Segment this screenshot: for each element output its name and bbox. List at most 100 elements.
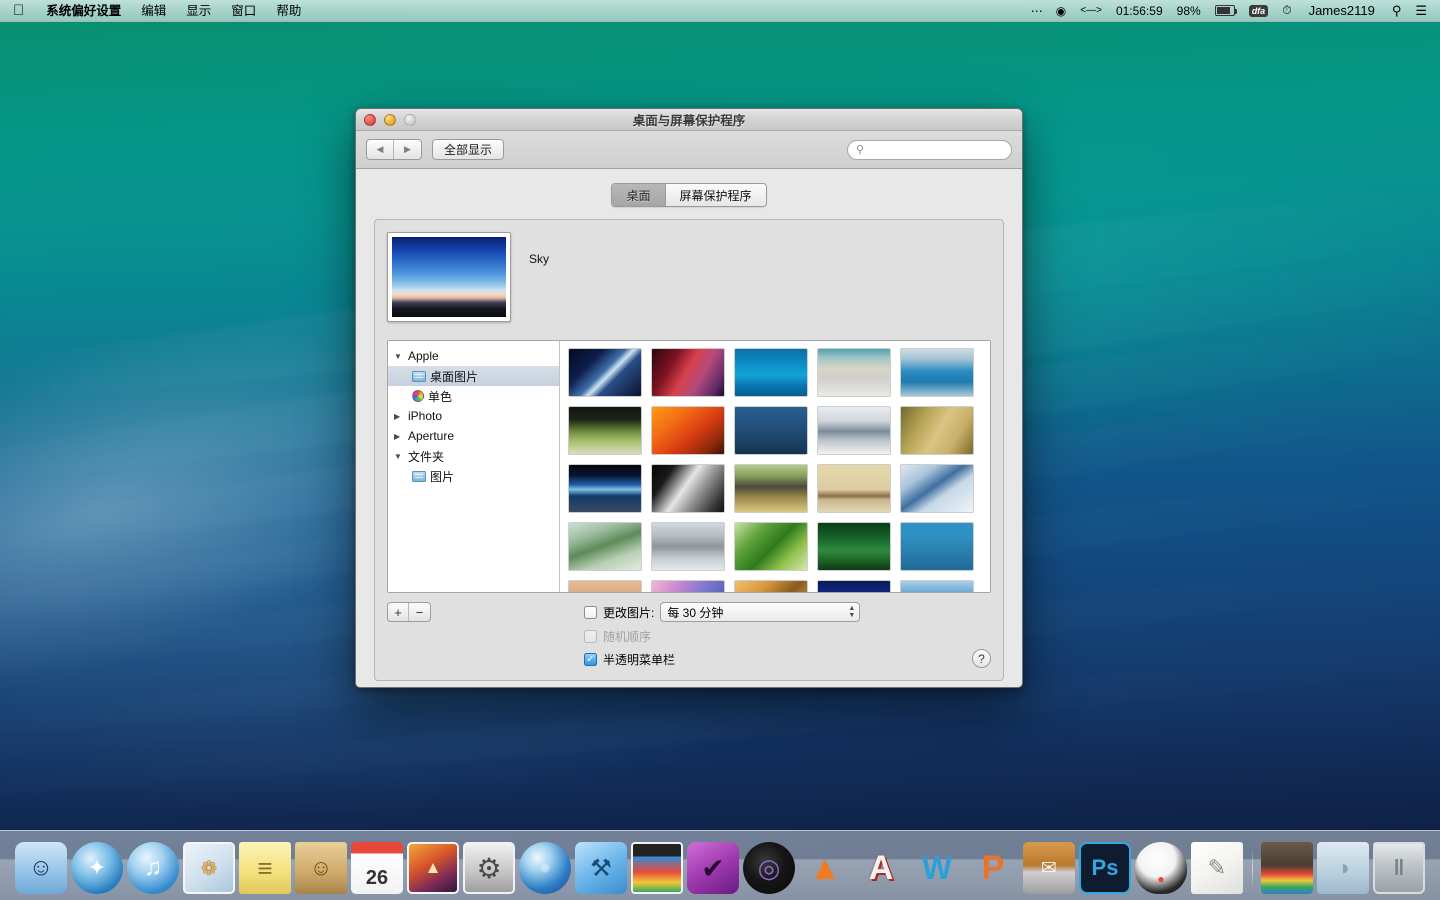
wallpaper-thumbnail-blue-sky-water[interactable] <box>900 580 974 592</box>
wallpaper-thumbnail-galaxy[interactable] <box>568 348 642 397</box>
wallpaper-thumbnail-blue-gradient[interactable] <box>900 522 974 571</box>
color-wheel-icon <box>412 390 424 402</box>
wallpaper-thumbnail-purple-sunset[interactable] <box>651 580 725 592</box>
dock-item-word[interactable]: W <box>911 842 963 894</box>
dock-item-notes[interactable]: ≡ <box>239 842 291 894</box>
menu-item-help[interactable]: 帮助 <box>266 0 311 21</box>
help-button[interactable]: ? <box>972 649 991 668</box>
change-picture-checkbox[interactable] <box>584 606 597 619</box>
disclosure-open-icon[interactable] <box>394 352 404 361</box>
dock-item-safari[interactable]: ✦ <box>71 842 123 894</box>
change-interval-dropdown[interactable]: 每 30 分钟 ▲▼ <box>660 602 860 622</box>
sidebar-item-desktop-pictures[interactable]: 桌面图片 <box>388 366 559 386</box>
dfa-badge-icon[interactable]: dfa <box>1242 0 1276 21</box>
bluetooth-icon[interactable]: ⋯ <box>1024 0 1049 21</box>
sidebar-item-pictures[interactable]: 图片 <box>388 466 559 486</box>
back-button[interactable]: ◀ <box>367 140 394 159</box>
wallpaper-thumbnail-red-flower[interactable] <box>651 348 725 397</box>
wallpaper-thumbnail-lion-face[interactable] <box>734 580 808 592</box>
wallpaper-thumbnail-green-grass-field[interactable] <box>817 522 891 571</box>
menu-item-window[interactable]: 窗口 <box>221 0 266 21</box>
wallpaper-thumbnail-green-leaf[interactable] <box>734 522 808 571</box>
remove-folder-button[interactable]: − <box>409 603 430 621</box>
sidebar-item-apple[interactable]: Apple <box>388 346 559 366</box>
wallpaper-thumbnail-earth-from-space[interactable] <box>568 464 642 513</box>
wallpaper-thumbnail-golden-sand[interactable] <box>900 406 974 455</box>
dock-item-omnifocus[interactable]: ✔ <box>687 842 739 894</box>
add-folder-button[interactable]: + <box>388 603 409 621</box>
window-title-bar[interactable]: 桌面与屏幕保护程序 <box>356 109 1022 131</box>
search-input[interactable] <box>869 144 1003 156</box>
dock-item-itunes[interactable]: ♫ <box>127 842 179 894</box>
dock-item-xcode[interactable]: ⚒ <box>575 842 627 894</box>
dock-item-final-cut-pro[interactable] <box>631 842 683 894</box>
forward-button[interactable]: ▶ <box>394 140 421 159</box>
menu-item-view[interactable]: 显示 <box>176 0 221 21</box>
wifi-icon[interactable]: ◉ <box>1049 0 1073 21</box>
menu-item-edit[interactable]: 编辑 <box>131 0 176 21</box>
disclosure-open-icon[interactable] <box>394 452 404 461</box>
disclosure-closed-icon[interactable] <box>394 432 404 441</box>
sidebar-item-solid-colors[interactable]: 单色 <box>388 386 559 406</box>
disclosure-closed-icon[interactable] <box>394 412 404 421</box>
menu-bar-status-area: ⋯ ◉ <—> 01:56:59 98% dfa ⏱ James2119 ⚲ ☰ <box>1024 0 1440 21</box>
wallpaper-thumbnail-snowy-river[interactable] <box>900 464 974 513</box>
sidebar-item-iphoto[interactable]: iPhoto <box>388 406 559 426</box>
show-all-button[interactable]: 全部显示 <box>432 139 504 160</box>
wallpaper-thumbnail-deep-blue[interactable] <box>734 406 808 455</box>
tab-screensaver[interactable]: 屏幕保护程序 <box>665 184 766 206</box>
battery-icon[interactable] <box>1208 0 1242 21</box>
dock-item-trash[interactable]: ‖ <box>1373 842 1425 894</box>
sidebar-item-folders[interactable]: 文件夹 <box>388 446 559 466</box>
minimize-button[interactable] <box>384 114 396 126</box>
arrows-icon[interactable]: <—> <box>1073 0 1109 21</box>
menu-item-system-preferences[interactable]: 系统偏好设置 <box>36 0 131 21</box>
dock-item-stickies[interactable]: ✎ <box>1191 842 1243 894</box>
wallpaper-thumbnail-desert-dunes[interactable] <box>568 580 642 592</box>
wallpaper-thumbnail-blue-water-ripples[interactable] <box>734 348 808 397</box>
translucent-menubar-checkbox[interactable]: ✓ <box>584 653 597 666</box>
dock-item-calendar[interactable]: 26 <box>351 842 403 894</box>
thumbnail-grid-scroll[interactable] <box>560 341 990 592</box>
dock-item-preview[interactable]: ❁ <box>183 842 235 894</box>
dock-item-contacts[interactable]: ☺ <box>295 842 347 894</box>
sidebar-item-aperture[interactable]: Aperture <box>388 426 559 446</box>
menu-clock[interactable]: 01:56:59 <box>1109 0 1170 21</box>
battery-percent-label[interactable]: 98% <box>1170 0 1208 21</box>
window-body: 桌面 屏幕保护程序 Sky Apple <box>356 169 1022 688</box>
wallpaper-thumbnail-blue-reeds[interactable] <box>900 348 974 397</box>
wallpaper-preview[interactable] <box>387 232 511 322</box>
wallpaper-thumbnail-elephants[interactable] <box>734 464 808 513</box>
wallpaper-thumbnail-misty-lake[interactable] <box>817 406 891 455</box>
dock-item-photoshop[interactable]: Ps <box>1079 842 1131 894</box>
search-icon[interactable]: ⚲ <box>1385 0 1409 21</box>
dock-item-powerpoint[interactable]: P <box>967 842 1019 894</box>
list-icon[interactable]: ☰ <box>1408 0 1434 21</box>
wallpaper-thumbnail-black-white-dune[interactable] <box>651 464 725 513</box>
search-field[interactable]: ⚲ <box>847 140 1012 160</box>
wallpaper-thumbnail-foggy-shore[interactable] <box>651 522 725 571</box>
dock-item-qq[interactable]: ● <box>1135 842 1187 894</box>
tab-group: 桌面 屏幕保护程序 <box>611 183 766 207</box>
wallpaper-thumbnail-grass-night[interactable] <box>568 406 642 455</box>
clock-icon[interactable]: ⏱ <box>1275 0 1298 21</box>
menu-user-name[interactable]: James2119 <box>1299 3 1385 18</box>
wallpaper-thumbnail-water-lilies[interactable] <box>568 522 642 571</box>
dock-item-downloads-stack[interactable] <box>1261 842 1313 894</box>
close-button[interactable] <box>364 114 376 126</box>
dock-item-iphoto[interactable]: ▲ <box>407 842 459 894</box>
wallpaper-thumbnail-beach-horizon[interactable] <box>817 348 891 397</box>
apple-logo-icon[interactable]:  <box>0 3 36 18</box>
dock-item-documents-folder[interactable]: ◑ <box>1317 842 1369 894</box>
dock-item-mail-download[interactable]: ✉ <box>1023 842 1075 894</box>
wallpaper-thumbnail-flamingos[interactable] <box>817 464 891 513</box>
dock-item-google-earth[interactable]: ● <box>519 842 571 894</box>
dock-item-matlab[interactable]: ▲ <box>799 842 851 894</box>
wallpaper-thumbnail-orange-fire[interactable] <box>651 406 725 455</box>
dock-item-aperture[interactable]: ◎ <box>743 842 795 894</box>
dock-item-finder[interactable]: ☺ <box>15 842 67 894</box>
tab-desktop[interactable]: 桌面 <box>612 184 664 206</box>
dock-item-autocad[interactable]: A <box>855 842 907 894</box>
dock-item-system-preferences[interactable]: ⚙ <box>463 842 515 894</box>
wallpaper-thumbnail-deep-blue-night[interactable] <box>817 580 891 592</box>
